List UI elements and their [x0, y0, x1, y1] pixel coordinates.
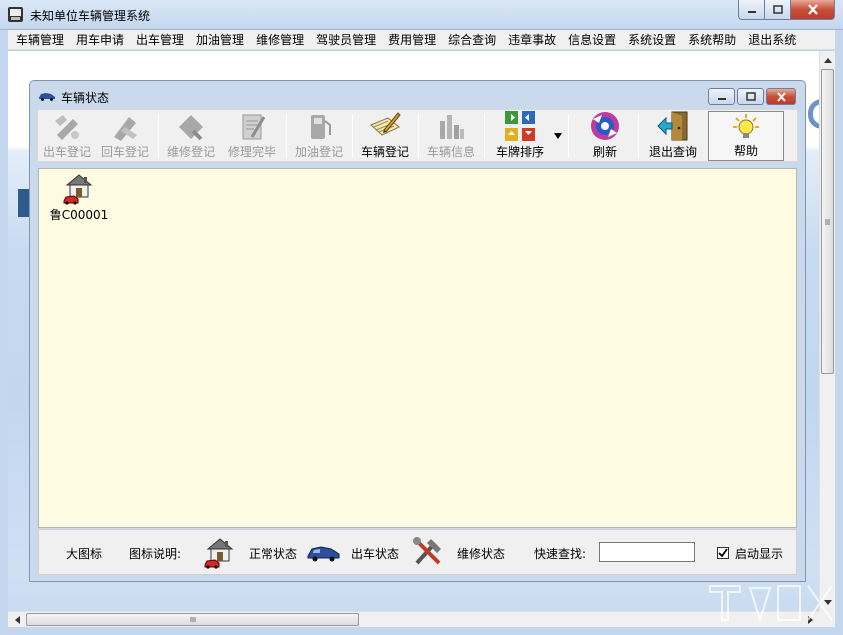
vehicle-info-button[interactable]: 车辆信息	[422, 111, 480, 161]
menu-repair-management[interactable]: 维修管理	[250, 30, 310, 50]
plate-sort-dropdown-arrow[interactable]	[553, 133, 563, 139]
inner-title-bar: 车辆状态	[30, 81, 805, 109]
window-frame-bottom	[0, 627, 843, 635]
legend-dispatched: 出车状态	[351, 547, 400, 561]
vehicle-list-area[interactable]: 鲁C00001	[38, 168, 797, 528]
menu-system-help[interactable]: 系统帮助	[682, 30, 742, 50]
menu-info-settings[interactable]: 信息设置	[562, 30, 622, 50]
chevron-left-icon	[14, 616, 20, 624]
window-frame-right	[835, 30, 843, 627]
exit-icon	[657, 111, 688, 141]
exit-query-button[interactable]: 退出查询	[642, 111, 704, 161]
repair-icon	[179, 115, 203, 141]
inner-restore-button[interactable]	[737, 88, 764, 105]
info-icon	[440, 115, 464, 139]
app-icon	[8, 7, 23, 22]
close-button[interactable]	[791, 0, 835, 20]
horizontal-scrollbar[interactable]	[8, 611, 819, 627]
chevron-up-icon	[824, 57, 832, 63]
minimize-icon	[747, 10, 756, 13]
grip-icon	[190, 617, 196, 622]
toolbar-separator	[484, 114, 485, 158]
menu-system-settings[interactable]: 系统设置	[622, 30, 682, 50]
refresh-button[interactable]: 刷新	[576, 111, 634, 161]
refresh-icon	[591, 112, 619, 140]
fuel-register-button[interactable]: 加油登记	[290, 111, 348, 161]
grip-icon	[825, 219, 830, 225]
menu-vehicle-request[interactable]: 用车申请	[70, 30, 130, 50]
auto-show-label: 启动显示	[735, 547, 784, 561]
toolbar-separator	[352, 114, 353, 158]
window-frame-left	[0, 30, 8, 627]
menu-expense-management[interactable]: 费用管理	[382, 30, 442, 50]
legend-label: 图标说明:	[129, 547, 182, 561]
return-register-button[interactable]: 回车登记	[96, 111, 154, 161]
window-title: 未知单位车辆管理系统	[30, 9, 151, 23]
vehicle-status-window: 车辆状态 出车登记 回车登记 维修登记 修理完毕 加油登记 车辆登记 车辆信息 …	[29, 80, 806, 582]
quick-search-label: 快速查找:	[534, 547, 587, 561]
toolbar-separator	[638, 114, 639, 158]
maximize-icon	[772, 5, 783, 14]
dispatched-status-icon	[307, 546, 340, 562]
close-icon	[807, 4, 818, 15]
view-mode-label[interactable]: 大图标	[66, 545, 102, 562]
checkmark-icon	[718, 548, 728, 558]
horizontal-scroll-thumb[interactable]	[26, 613, 359, 626]
toolbar-separator	[418, 114, 419, 158]
menu-driver-management[interactable]: 驾驶员管理	[310, 30, 382, 50]
menu-bar: 车辆管理 用车申请 出车管理 加油管理 维修管理 驾驶员管理 费用管理 综合查询…	[8, 30, 835, 50]
quick-search-input[interactable]	[599, 542, 695, 562]
auto-show-checkbox[interactable]	[717, 547, 729, 559]
menu-fuel-management[interactable]: 加油管理	[190, 30, 250, 50]
menu-dispatch-management[interactable]: 出车管理	[130, 30, 190, 50]
normal-status-icon	[204, 538, 234, 569]
inner-close-button[interactable]	[766, 88, 796, 105]
register-icon	[370, 112, 401, 136]
sort-icon	[505, 111, 535, 141]
toolbar: 出车登记 回车登记 维修登记 修理完毕 加油登记 车辆登记 车辆信息 车牌排序 …	[37, 109, 798, 162]
restore-icon	[745, 92, 756, 101]
legend-repair: 维修状态	[457, 547, 506, 561]
close-icon	[776, 91, 786, 102]
fuel-icon	[311, 115, 331, 139]
repair-register-button[interactable]: 维修登记	[162, 111, 220, 161]
plate-sort-button[interactable]: 车牌排序	[488, 111, 552, 161]
help-button[interactable]: 帮助	[708, 111, 784, 161]
car-icon	[39, 93, 55, 101]
watermark-logo	[709, 585, 833, 624]
toolbar-separator	[158, 114, 159, 158]
maximize-button[interactable]	[765, 0, 791, 20]
depart-icon	[55, 115, 79, 140]
title-bar: 未知单位车辆管理系统	[0, 0, 843, 30]
menu-vehicle-management[interactable]: 车辆管理	[10, 30, 70, 50]
repair-status-icon	[413, 537, 441, 565]
inner-minimize-button[interactable]	[708, 88, 735, 105]
minimize-button[interactable]	[738, 0, 765, 20]
repair-done-icon	[242, 114, 266, 140]
toolbar-separator	[286, 114, 287, 158]
menu-violations-accidents[interactable]: 违章事故	[502, 30, 562, 50]
vehicle-register-button[interactable]: 车辆登记	[356, 111, 414, 161]
house-car-icon	[63, 174, 93, 205]
status-bar: 大图标 图标说明: 正常状态 出车状态 维修状态 快速查找: 启动显示	[38, 529, 797, 575]
toolbar-separator	[568, 114, 569, 158]
depart-register-button[interactable]: 出车登记	[38, 111, 96, 161]
minimize-icon	[717, 97, 726, 100]
help-icon	[733, 114, 759, 138]
vertical-scroll-thumb[interactable]	[821, 69, 834, 374]
vehicle-item[interactable]: 鲁C00001	[49, 171, 109, 223]
return-icon	[114, 117, 137, 141]
vehicle-plate: 鲁C00001	[49, 208, 109, 222]
legend-normal: 正常状态	[249, 547, 298, 561]
scroll-up-arrow[interactable]	[820, 52, 836, 68]
scroll-left-arrow[interactable]	[9, 612, 25, 628]
inner-window-title: 车辆状态	[61, 91, 110, 105]
menu-general-query[interactable]: 综合查询	[442, 30, 502, 50]
repair-complete-button[interactable]: 修理完毕	[222, 111, 282, 161]
vertical-scrollbar[interactable]	[819, 51, 835, 611]
menu-exit-system[interactable]: 退出系统	[742, 30, 802, 50]
